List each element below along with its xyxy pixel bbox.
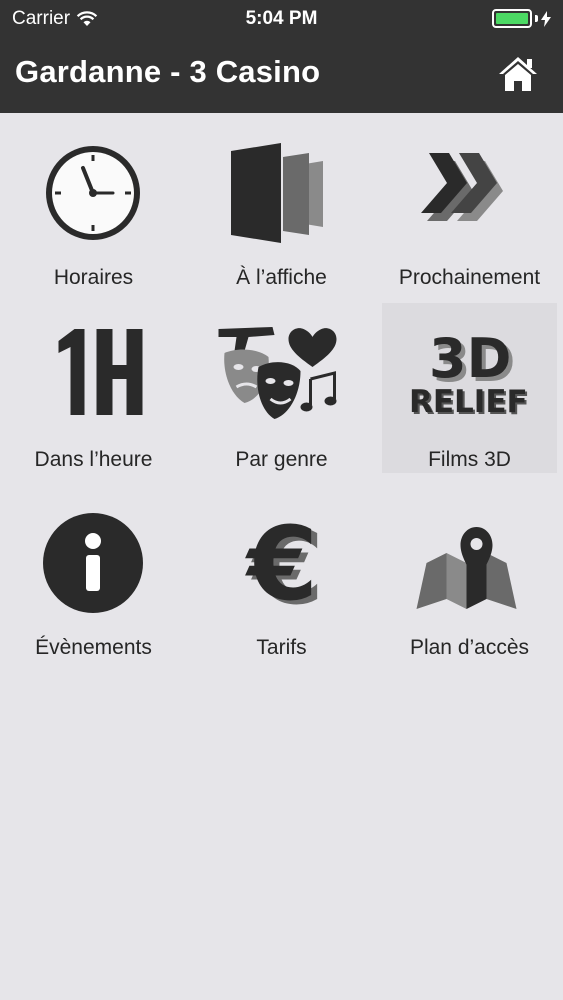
icon-text-relief: RELIEF [409,384,528,420]
menu-label: Tarifs [256,636,307,659]
menu-item-films-3d[interactable]: 3D 3D RELIEF RELIEF Films 3D [382,303,557,473]
menu-item-horaires[interactable]: Horaires [0,121,187,291]
menu-label: Prochainement [398,266,541,289]
home-button[interactable] [497,54,539,94]
menu-label: Plan d’accès [409,636,530,659]
charging-bolt-icon [541,10,551,27]
menu-item-par-genre[interactable]: Par genre [188,303,375,473]
icon-text-3d: 3D [429,331,511,390]
battery-tip [535,15,538,22]
page-title: Gardanne - 3 Casino [15,54,321,89]
menu-item-dans-l-heure[interactable]: Dans l’heure [0,303,187,473]
genre-icon [218,327,337,419]
menu-label: Dans l’heure [34,448,153,471]
clock-icon [46,146,140,240]
info-icon [43,513,143,613]
relief-3d-icon: 3D 3D RELIEF RELIEF [409,331,530,421]
menu-label: Évènements [35,636,152,659]
menu-item-prochainement[interactable]: Prochainement [376,121,563,291]
menu-label: À l’affiche [236,266,327,289]
menu-label: Horaires [53,266,134,289]
status-bar: Carrier 5:04 PM [0,0,563,38]
menu-item-tarifs[interactable]: € € Tarifs [188,491,375,661]
posters-icon [231,143,323,243]
euro-icon: € € [245,513,324,613]
menu-item-evenements[interactable]: Évènements [0,491,187,661]
menu-label: Films 3D [428,448,511,471]
menu-item-plan-d-acces[interactable]: Plan d’accès [376,491,563,661]
map-pin-icon [416,527,517,609]
svg-text:€: € [245,513,318,613]
home-icon [499,57,537,91]
chevrons-forward-icon [421,153,503,221]
menu-label: Par genre [235,448,328,471]
battery-indicator [492,9,551,28]
battery-level [496,13,528,24]
one-hour-icon [58,329,143,415]
menu-item-a-l-affiche[interactable]: À l’affiche [188,121,375,291]
battery-icon [492,9,532,28]
clock-time: 5:04 PM [245,8,318,29]
navigation-bar: Gardanne - 3 Casino [0,38,563,113]
